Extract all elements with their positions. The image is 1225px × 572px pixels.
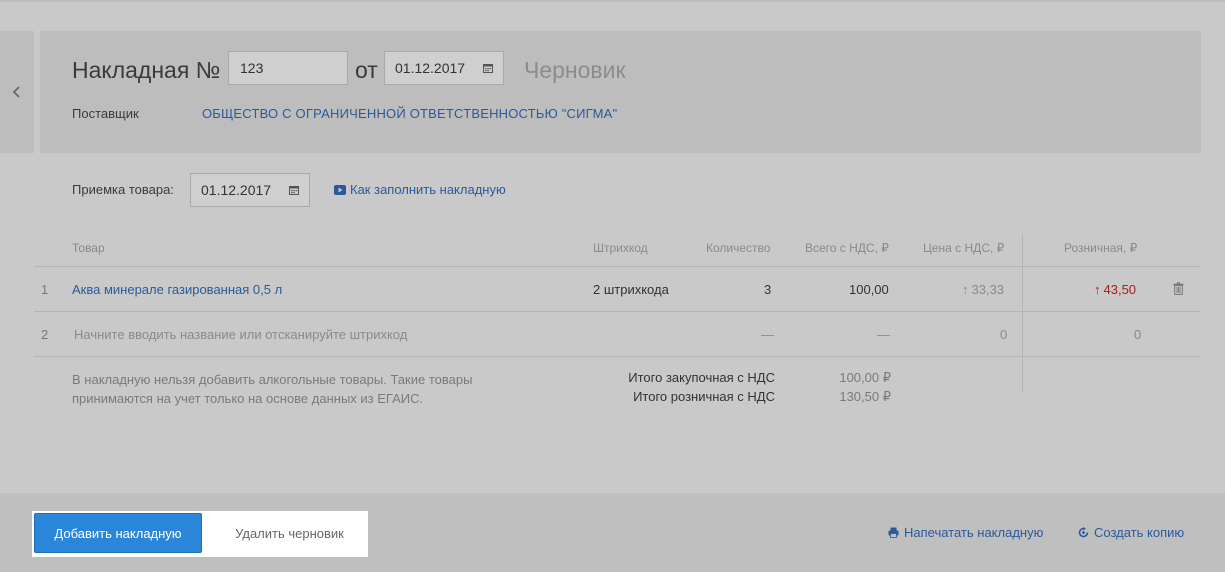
receipt-date-input[interactable]: 01.12.2017 [190, 173, 310, 207]
barcode-count[interactable]: 2 штрихкода [593, 282, 669, 297]
retail-number: 43,50 [1103, 282, 1137, 297]
create-copy-link[interactable]: Создать копию [1078, 525, 1184, 540]
row-number: 2 [41, 327, 49, 342]
price-empty: 0 [1000, 327, 1008, 342]
receipt-date-value: 01.12.2017 [201, 182, 272, 198]
top-border [0, 0, 1225, 2]
create-copy-label: Создать копию [1094, 525, 1185, 540]
quantity-empty: — [761, 327, 774, 342]
copy-icon [1078, 527, 1089, 538]
calendar-icon[interactable] [289, 185, 299, 195]
total-purchase-value: 100,00 ₽ [839, 370, 891, 385]
supplier-label: Поставщик [72, 106, 139, 121]
col-header-retail: Розничная, ₽ [1064, 241, 1138, 255]
chevron-left-icon [12, 86, 20, 98]
col-header-barcode: Штрихкод [593, 241, 648, 255]
total-value[interactable]: 100,00 [849, 282, 889, 297]
alcohol-note: В накладную нельзя добавить алкогольные … [72, 372, 473, 406]
arrow-up-icon: ↑ [962, 282, 969, 297]
divider [34, 311, 1201, 312]
col-header-price: Цена с НДС, ₽ [923, 241, 1005, 255]
quantity-value[interactable]: 3 [764, 282, 771, 297]
divider [34, 266, 1201, 267]
calendar-icon[interactable] [483, 63, 493, 73]
play-video-icon [334, 184, 346, 195]
supplier-link[interactable]: ОБЩЕСТВО С ОГРАНИЧЕННОЙ ОТВЕТСТВЕННОСТЬЮ… [202, 106, 617, 121]
total-retail-label: Итого розничная с НДС [633, 389, 775, 404]
retail-value[interactable]: ↑ 43,50 [1094, 282, 1136, 297]
col-header-total: Всего с НДС, ₽ [805, 241, 889, 255]
howto-link[interactable]: Как заполнить накладную [334, 182, 506, 197]
print-invoice-label: Напечатать накладную [904, 525, 1044, 540]
row-number: 1 [41, 282, 49, 297]
product-link[interactable]: Аква минерале газированная 0,5 л [72, 282, 282, 297]
invoice-number-input[interactable]: 123 [228, 51, 348, 85]
retail-empty: 0 [1134, 327, 1142, 342]
total-purchase-label: Итого закупочная с НДС [628, 370, 775, 385]
back-button[interactable] [0, 31, 34, 153]
trash-icon[interactable] [1173, 282, 1184, 295]
receipt-label: Приемка товара: [72, 182, 174, 197]
action-button-group: Добавить накладную Удалить черновик [32, 511, 368, 557]
col-header-quantity: Количество [706, 241, 771, 255]
product-search-input[interactable]: Начните вводить название или отсканируйт… [74, 327, 407, 342]
from-label: от [355, 57, 378, 83]
invoice-date-input[interactable]: 01.12.2017 [384, 51, 504, 85]
add-invoice-button[interactable]: Добавить накладную [34, 513, 202, 553]
invoice-date-value: 01.12.2017 [395, 60, 466, 76]
invoice-header: Накладная № 123 от 01.12.2017 Черновик П… [40, 31, 1201, 153]
delete-draft-button[interactable]: Удалить черновик [217, 513, 362, 553]
total-empty: — [877, 327, 890, 342]
status-badge: Черновик [524, 57, 626, 83]
divider [1022, 234, 1023, 392]
arrow-up-icon: ↑ [1094, 282, 1101, 297]
footer-bar: Добавить накладную Удалить черновик Напе… [0, 493, 1225, 572]
price-number: 33,33 [971, 282, 1005, 297]
price-value: ↑ 33,33 [962, 282, 1004, 297]
col-header-product: Товар [72, 241, 105, 255]
total-retail-value: 130,50 ₽ [839, 389, 891, 404]
divider [34, 356, 1201, 357]
printer-icon [888, 527, 899, 538]
print-invoice-link[interactable]: Напечатать накладную [888, 525, 1043, 540]
howto-link-label: Как заполнить накладную [350, 182, 506, 197]
page-title: Накладная № [72, 57, 221, 83]
